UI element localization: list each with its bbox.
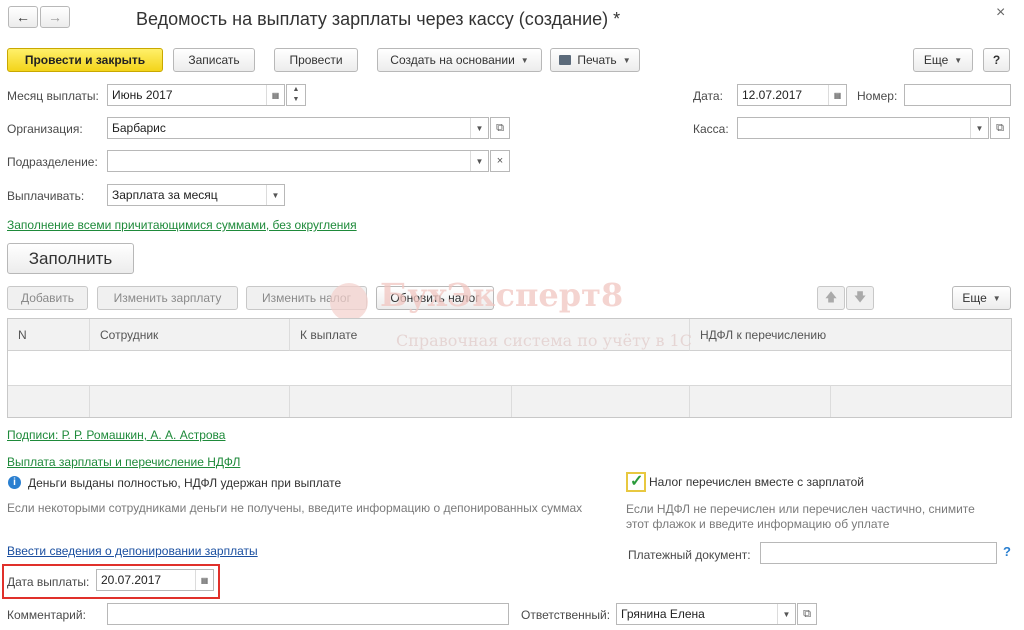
info-icon: i	[8, 476, 21, 489]
responsible-label: Ответственный:	[521, 608, 611, 622]
table-footer-cell	[512, 385, 690, 417]
comment-label: Комментарий:	[7, 608, 86, 622]
payment-doc-label: Платежный документ:	[628, 548, 751, 562]
month-field[interactable]: Июнь 2017 ▦	[107, 84, 285, 106]
tax-hint-line1: Если НДФЛ не перечислен или перечислен ч…	[626, 502, 975, 516]
payment-doc-field[interactable]	[760, 542, 997, 564]
watermark-logo-icon	[330, 283, 368, 321]
number-label: Номер:	[857, 89, 898, 103]
column-header-n[interactable]: N	[8, 319, 90, 351]
open-icon[interactable]: ⧉	[797, 603, 817, 625]
back-button[interactable]: ←	[8, 6, 38, 28]
organization-label: Организация:	[7, 122, 83, 136]
move-down-button[interactable]: 🡇	[846, 286, 874, 310]
more-button[interactable]: Еще ▼	[913, 48, 973, 72]
calendar-icon[interactable]: ▦	[266, 85, 284, 105]
table-footer-cell	[90, 385, 290, 417]
department-label: Подразделение:	[7, 155, 98, 169]
table-footer-cell	[831, 385, 1011, 417]
payout-info-hint: Если некоторыми сотрудниками деньги не п…	[7, 501, 583, 515]
save-button[interactable]: Записать	[173, 48, 255, 72]
arrow-up-icon: 🡅	[824, 289, 838, 304]
department-field[interactable]: ▼	[107, 150, 489, 172]
print-label: Печать	[577, 53, 617, 67]
close-icon[interactable]: ×	[996, 4, 1005, 22]
responsible-value: Грянина Елена	[621, 607, 705, 621]
organization-field[interactable]: Барбарис ▼	[107, 117, 489, 139]
chevron-down-icon: ▼	[954, 55, 963, 65]
date-field[interactable]: 12.07.2017 ▦	[737, 84, 847, 106]
chevron-down-icon: ▼	[520, 55, 529, 65]
create-based-on-label: Создать на основании	[390, 53, 515, 67]
change-salary-button[interactable]: Изменить зарплату	[97, 286, 238, 310]
cash-label: Касса:	[693, 122, 729, 136]
chevron-down-icon: ▼	[992, 293, 1001, 303]
column-header-employee[interactable]: Сотрудник	[90, 319, 290, 351]
more-label: Еще	[923, 53, 949, 67]
calendar-icon[interactable]: ▦	[195, 570, 213, 590]
pay-type-select[interactable]: Зарплата за месяц ▼	[107, 184, 285, 206]
chevron-down-icon[interactable]: ▼	[470, 151, 488, 171]
open-icon[interactable]: ⧉	[990, 117, 1010, 139]
month-value: Июнь 2017	[112, 88, 173, 102]
forward-button[interactable]: →	[40, 6, 70, 28]
create-based-on-button[interactable]: Создать на основании ▼	[377, 48, 542, 72]
post-button[interactable]: Провести	[274, 48, 358, 72]
responsible-field[interactable]: Грянина Елена ▼	[616, 603, 796, 625]
comment-field[interactable]	[107, 603, 509, 625]
month-stepper[interactable]: ▲ ▼	[286, 84, 306, 106]
table-footer-cell	[8, 385, 90, 417]
date-value: 12.07.2017	[742, 88, 803, 102]
employees-table[interactable]: N Сотрудник К выплате НДФЛ к перечислени…	[7, 318, 1012, 418]
tax-paid-label[interactable]: Налог перечислен вместе с зарплатой	[649, 475, 864, 489]
number-field[interactable]	[904, 84, 1011, 106]
arrow-down-icon: 🡇	[853, 289, 867, 304]
payment-date-field[interactable]: 20.07.2017 ▦	[96, 569, 214, 591]
chevron-down-icon[interactable]: ▼	[970, 118, 988, 138]
table-footer-cell	[690, 385, 831, 417]
pay-type-value: Зарплата за месяц	[112, 188, 218, 202]
fill-button[interactable]: Заполнить	[7, 243, 134, 274]
print-button[interactable]: Печать ▼	[550, 48, 640, 72]
chevron-down-icon[interactable]: ▼	[777, 604, 795, 624]
table-more-label: Еще	[962, 291, 987, 305]
calendar-icon[interactable]: ▦	[828, 85, 846, 105]
printer-icon	[559, 55, 572, 65]
tax-hint-line2: этот флажок и введите информацию об упла…	[626, 517, 890, 531]
tax-paid-checkbox[interactable]: ✓	[626, 472, 646, 492]
cash-field[interactable]: ▼	[737, 117, 989, 139]
pay-type-label: Выплачивать:	[7, 189, 85, 203]
payout-info-text: Деньги выданы полностью, НДФЛ удержан пр…	[28, 476, 342, 490]
payout-section-link[interactable]: Выплата зарплаты и перечисление НДФЛ	[7, 455, 240, 469]
watermark-brand: БухЭксперт8	[380, 276, 624, 314]
clear-icon[interactable]: ×	[490, 150, 510, 172]
arrow-left-icon: ←	[16, 9, 30, 25]
chevron-down-icon[interactable]: ▼	[266, 185, 284, 205]
window-title: Ведомость на выплату зарплаты через касс…	[136, 9, 621, 29]
deposit-link[interactable]: Ввести сведения о депонировании зарплаты	[7, 544, 258, 558]
chevron-down-icon: ▼	[622, 55, 631, 65]
watermark-tagline: Справочная система по учёту в 1С	[396, 331, 692, 350]
signatures-link[interactable]: Подписи: Р. Р. Ромашкин, А. А. Астрова	[7, 428, 225, 442]
add-row-button[interactable]: Добавить	[7, 286, 88, 310]
help-icon[interactable]: ?	[1003, 544, 1011, 559]
arrow-right-icon: →	[48, 9, 62, 25]
organization-value: Барбарис	[112, 121, 166, 135]
help-button[interactable]: ?	[983, 48, 1010, 72]
chevron-down-icon[interactable]: ▼	[470, 118, 488, 138]
month-label: Месяц выплаты:	[7, 89, 99, 103]
post-and-close-button[interactable]: Провести и закрыть	[7, 48, 163, 72]
column-header-ndfl[interactable]: НДФЛ к перечислению	[690, 319, 1011, 351]
payment-date-value: 20.07.2017	[101, 573, 162, 587]
payment-date-label: Дата выплаты:	[7, 575, 90, 589]
date-label: Дата:	[693, 89, 723, 103]
move-up-button[interactable]: 🡅	[817, 286, 845, 310]
checkmark-icon: ✓	[630, 473, 644, 490]
fill-mode-link[interactable]: Заполнение всеми причитающимися суммами,…	[7, 218, 357, 232]
table-footer-cell	[290, 385, 512, 417]
table-more-button[interactable]: Еще ▼	[952, 286, 1011, 310]
open-icon[interactable]: ⧉	[490, 117, 510, 139]
